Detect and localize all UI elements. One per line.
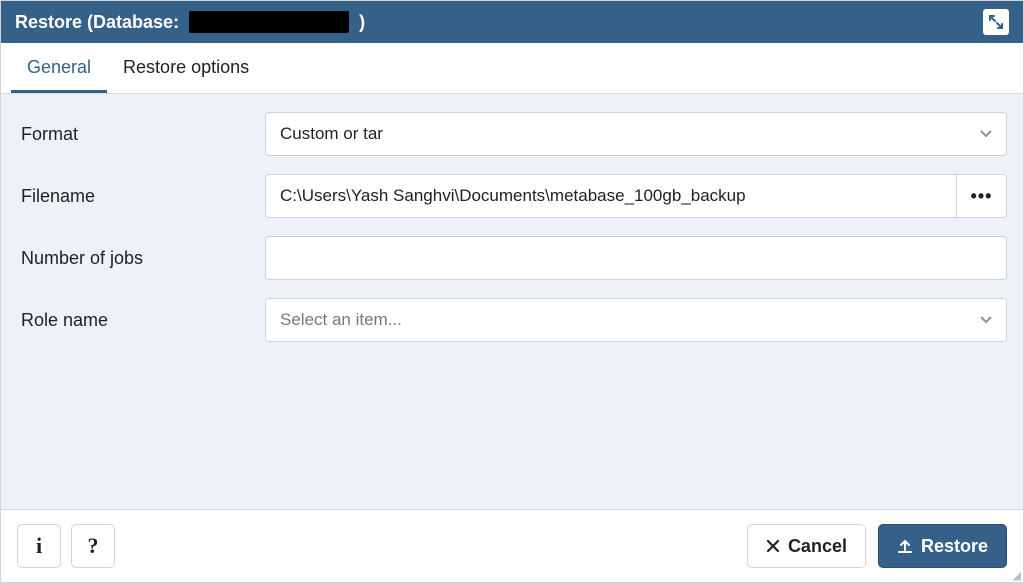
jobs-input[interactable] xyxy=(265,236,1007,280)
format-value: Custom or tar xyxy=(280,124,383,144)
caret-down-icon xyxy=(980,316,992,324)
expand-icon xyxy=(989,15,1003,29)
restore-label: Restore xyxy=(921,536,988,557)
format-select[interactable]: Custom or tar xyxy=(265,112,1007,156)
close-icon xyxy=(766,539,780,553)
ellipsis-icon: ••• xyxy=(971,186,993,207)
title-suffix: ) xyxy=(359,12,365,33)
row-jobs: Number of jobs xyxy=(17,236,1007,280)
tab-general[interactable]: General xyxy=(11,43,107,93)
label-role: Role name xyxy=(17,310,265,331)
caret-down-icon xyxy=(980,130,992,138)
info-icon: i xyxy=(36,533,42,559)
file-browse-button[interactable]: ••• xyxy=(957,174,1007,218)
label-format: Format xyxy=(17,124,265,145)
cancel-button[interactable]: Cancel xyxy=(747,524,866,568)
title-prefix: Restore (Database: xyxy=(15,12,179,33)
label-jobs: Number of jobs xyxy=(17,248,265,269)
tabs: General Restore options xyxy=(1,43,1023,94)
dialog-title: Restore (Database: ) xyxy=(15,11,365,33)
role-select[interactable]: Select an item... xyxy=(265,298,1007,342)
restore-button[interactable]: Restore xyxy=(878,524,1007,568)
row-format: Format Custom or tar xyxy=(17,112,1007,156)
database-name-redacted xyxy=(189,11,349,33)
filename-input[interactable]: C:\Users\Yash Sanghvi\Documents\metabase… xyxy=(265,174,957,218)
dialog-titlebar: Restore (Database: ) xyxy=(1,1,1023,43)
tab-restore-options[interactable]: Restore options xyxy=(107,43,265,93)
dialog-body: Format Custom or tar Filename C:\Users\Y… xyxy=(1,94,1023,509)
role-placeholder: Select an item... xyxy=(280,310,402,330)
footer-right: Cancel Restore xyxy=(747,524,1007,568)
help-button[interactable]: ? xyxy=(71,524,115,568)
info-button[interactable]: i xyxy=(17,524,61,568)
row-filename: Filename C:\Users\Yash Sanghvi\Documents… xyxy=(17,174,1007,218)
cancel-label: Cancel xyxy=(788,536,847,557)
upload-icon xyxy=(897,538,913,554)
row-role: Role name Select an item... xyxy=(17,298,1007,342)
filename-value: C:\Users\Yash Sanghvi\Documents\metabase… xyxy=(280,186,746,206)
dialog-footer: i ? Cancel Restore xyxy=(1,509,1023,582)
restore-dialog: Restore (Database: ) General Restore opt… xyxy=(0,0,1024,583)
help-icon: ? xyxy=(88,533,99,559)
expand-button[interactable] xyxy=(983,9,1009,35)
footer-left: i ? xyxy=(17,524,115,568)
label-filename: Filename xyxy=(17,186,265,207)
